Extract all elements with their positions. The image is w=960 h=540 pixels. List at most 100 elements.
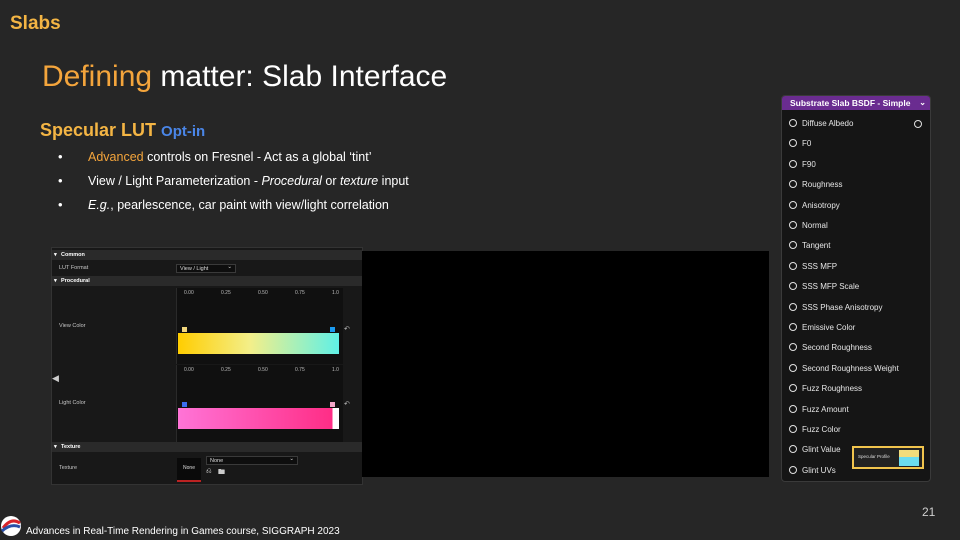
node-input-pin-row[interactable]: SSS Phase Anisotropy — [789, 302, 883, 314]
input-pin-icon[interactable] — [789, 343, 797, 352]
input-pin-icon[interactable] — [789, 425, 797, 433]
substrate-slab-node[interactable]: Substrate Slab BSDF - Simple ⌄ Diffuse Al… — [781, 95, 931, 482]
input-pin-icon[interactable] — [789, 221, 797, 229]
node-input-pin-row[interactable]: Fuzz Amount — [789, 404, 849, 416]
tick-label: 0.50 — [258, 290, 268, 296]
light-color-gradient — [178, 408, 339, 429]
view-color-gradient — [178, 333, 339, 354]
gradient-stop-marker[interactable] — [330, 402, 335, 407]
category-procedural[interactable]: Procedural — [52, 276, 362, 286]
node-input-pin-row[interactable]: Roughness — [789, 179, 842, 191]
title-highlight: Defining — [42, 60, 153, 93]
input-pin-icon[interactable] — [789, 384, 797, 393]
light-color-row: Light Color 0.00 0.25 0.50 0.75 1.0 ↶ — [52, 365, 362, 443]
reset-arrow-icon[interactable]: ↶ — [344, 400, 350, 408]
node-input-pin-row[interactable]: Second Roughness — [789, 342, 872, 354]
slide-title: Defining matter: Slab Interface — [42, 60, 447, 94]
input-pin-icon[interactable] — [789, 363, 797, 372]
node-input-pin-row[interactable]: Glint Value — [789, 444, 841, 456]
bullet2-start: View / Light Parameterization - — [88, 174, 262, 188]
input-pin-icon[interactable] — [789, 282, 797, 291]
title-rest: matter: Slab Interface — [152, 60, 448, 93]
light-color-ramp-editor[interactable]: 0.00 0.25 0.50 0.75 1.0 — [176, 365, 343, 443]
view-color-label: View Color — [59, 323, 86, 329]
input-pin-icon[interactable] — [789, 200, 797, 209]
pin-label: Roughness — [802, 180, 843, 190]
bullet1-text: controls on Fresnel - Act as a global ‘t… — [143, 150, 372, 164]
pin-label: Anisotropy — [802, 200, 840, 210]
category-texture[interactable]: Texture — [52, 442, 362, 452]
tick-label: 0.00 — [184, 367, 194, 373]
category-common[interactable]: Common — [52, 250, 362, 260]
pin-label: Second Roughness Weight — [802, 363, 899, 373]
node-input-pin-row[interactable]: F0 — [789, 138, 811, 150]
specular-profile-box[interactable]: Specular Profile — [852, 446, 924, 469]
section-tag: Slabs — [10, 13, 61, 34]
node-input-pin-row[interactable]: F90 — [789, 159, 816, 171]
gradient-stop-marker[interactable] — [182, 402, 187, 407]
tick-label: 0.75 — [295, 367, 305, 373]
bullet-item: E.g., pearlescence, car paint with view/… — [58, 196, 409, 220]
input-pin-icon[interactable] — [789, 241, 797, 250]
node-input-pin-row[interactable]: Glint UVs — [789, 465, 836, 477]
input-pin-icon[interactable] — [789, 465, 797, 474]
view-color-row: View Color 0.00 0.25 0.50 0.75 1.0 ↶ — [52, 288, 362, 364]
input-pin-icon[interactable] — [789, 261, 797, 270]
view-color-ramp-editor[interactable]: 0.00 0.25 0.50 0.75 1.0 — [176, 288, 343, 364]
siggraph-logo-icon — [1, 516, 21, 536]
opt-in-tag: Opt-in — [161, 123, 206, 140]
input-pin-icon[interactable] — [789, 159, 797, 168]
pin-label: Fuzz Color — [802, 425, 841, 434]
node-input-pin-row[interactable]: Diffuse Albedo — [789, 118, 853, 130]
pin-label: SSS MFP — [802, 261, 838, 271]
footer-text: Advances in Real-Time Rendering in Games… — [26, 526, 340, 537]
input-pin-icon[interactable] — [789, 119, 797, 127]
pin-label: Glint UVs — [802, 465, 836, 475]
use-selected-arrow-icon[interactable]: ⎌ — [206, 468, 212, 476]
pin-label: Fuzz Amount — [802, 404, 849, 414]
page-number: 21 — [922, 505, 936, 519]
chevron-down-icon[interactable]: ⌄ — [919, 96, 926, 110]
input-pin-icon[interactable] — [789, 302, 797, 311]
collapse-left-arrow-icon[interactable]: ◀ — [52, 373, 59, 384]
tick-label: 0.25 — [221, 367, 231, 373]
node-input-pin-row[interactable]: Normal — [789, 220, 828, 232]
tick-label: 1.0 — [332, 290, 339, 296]
subtitle: Specular LUT Opt-in — [40, 120, 205, 141]
pin-label: Second Roughness — [802, 343, 872, 353]
light-color-label: Light Color — [59, 400, 86, 406]
node-input-pin-row[interactable]: SSS MFP Scale — [789, 281, 859, 293]
pin-label: F90 — [802, 159, 816, 169]
output-pin-icon[interactable] — [914, 120, 922, 128]
node-header[interactable]: Substrate Slab BSDF - Simple ⌄ — [782, 96, 930, 110]
node-input-pin-row[interactable]: Second Roughness Weight — [789, 363, 899, 375]
pin-label: Normal — [802, 221, 828, 230]
pin-label: Emissive Color — [802, 323, 856, 332]
node-input-pin-row[interactable]: Fuzz Color — [789, 424, 841, 436]
texture-label: Texture — [59, 465, 78, 471]
specular-profile-label: Specular Profile — [858, 454, 890, 459]
node-input-pin-row[interactable]: Fuzz Roughness — [789, 383, 862, 395]
node-input-pin-row[interactable]: Tangent — [789, 240, 830, 252]
input-pin-icon[interactable] — [789, 323, 797, 331]
preview-viewport — [362, 251, 769, 477]
node-input-pin-row[interactable]: SSS MFP — [789, 261, 837, 273]
lut-format-dropdown[interactable]: View / Light — [176, 263, 236, 273]
bullet3-em: E.g. — [88, 198, 111, 212]
node-input-pin-row[interactable]: Emissive Color — [789, 322, 855, 334]
gradient-stop-marker[interactable] — [182, 327, 187, 332]
texture-asset-dropdown[interactable]: None — [206, 455, 298, 465]
input-pin-icon[interactable] — [789, 180, 797, 189]
browse-folder-icon[interactable]: 🖿 — [218, 468, 225, 479]
input-pin-icon[interactable] — [789, 139, 797, 148]
input-pin-icon[interactable] — [789, 445, 797, 454]
input-pin-icon[interactable] — [789, 404, 797, 413]
node-title: Substrate Slab BSDF - Simple — [790, 98, 911, 108]
texture-thumbnail[interactable]: None — [177, 458, 201, 482]
tick-label: 0.50 — [258, 367, 268, 373]
reset-arrow-icon[interactable]: ↶ — [344, 325, 350, 333]
gradient-stop-marker[interactable] — [330, 327, 335, 332]
node-input-pin-row[interactable]: Anisotropy — [789, 200, 840, 212]
bullet2-em1: Procedural — [261, 174, 322, 188]
pin-label: Glint Value — [802, 445, 841, 455]
